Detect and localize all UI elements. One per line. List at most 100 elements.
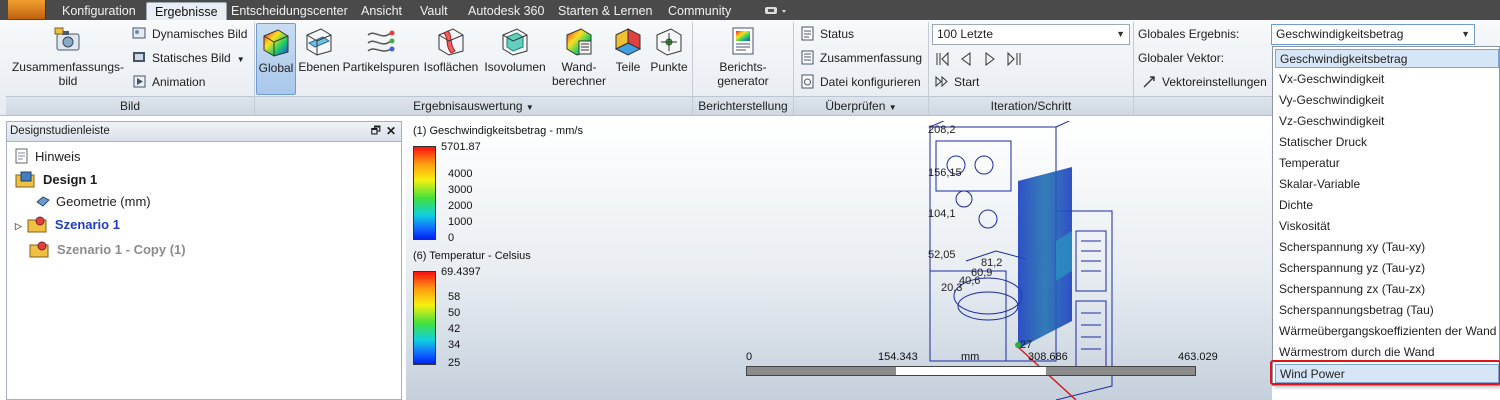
dynamic-image-icon <box>132 27 146 39</box>
design-study-bar-header: Designstudienleiste 🗗 ✕ <box>7 122 401 142</box>
tree-item-label: Geometrie (mm) <box>56 194 151 209</box>
dropdown-option[interactable]: Dichte <box>1275 196 1499 215</box>
datei-konfigurieren-button[interactable]: Datei konfigurieren <box>800 72 921 92</box>
dropdown-option[interactable]: Temperatur <box>1275 154 1499 173</box>
punkte-label: Punkte <box>650 60 688 74</box>
dynamic-image-button[interactable]: Dynamisches Bild <box>132 24 247 44</box>
scale-unit: mm <box>961 351 980 363</box>
ebenen-button[interactable]: Ebenen <box>298 23 340 95</box>
dropdown-option[interactable]: Scherspannung xy (Tau-xy) <box>1275 238 1499 257</box>
ebenen-label: Ebenen <box>298 60 340 74</box>
globales-ergebnis-combo[interactable]: Geschwindigkeitsbetrag ▼ <box>1271 24 1475 45</box>
tree-item-szenario-copy[interactable]: Szenario 1 - Copy (1) <box>29 240 186 260</box>
first-step-icon[interactable] <box>936 51 949 67</box>
dropdown-option[interactable]: Wärmeübergangskoeffizienten der Wand <box>1275 322 1499 341</box>
graphics-viewport[interactable]: (1) Geschwindigkeitsbetrag - mm/s 5701.8… <box>406 121 1272 400</box>
last-step-icon[interactable] <box>1007 51 1021 67</box>
wandberechner-label: Wand- berechner <box>551 60 607 88</box>
dropdown-option[interactable]: Vy-Geschwindigkeit <box>1275 91 1499 110</box>
vektoreinstellungen-button[interactable]: Vektoreinstellungen <box>1142 72 1267 92</box>
isosurface-icon <box>438 28 464 56</box>
legend-temperature-min: 25 <box>448 357 461 369</box>
partikelspuren-button[interactable]: Partikelspuren <box>342 23 420 95</box>
start-label: Start <box>954 75 980 89</box>
close-icon[interactable]: ✕ <box>386 122 396 141</box>
isoflaechen-label: Isoflächen <box>423 60 479 74</box>
status-button[interactable]: Status <box>800 24 854 44</box>
scenario-icon <box>27 216 47 233</box>
tree-item-hinweis[interactable]: Hinweis <box>15 147 81 167</box>
dropdown-option[interactable]: Skalar-Variable <box>1275 175 1499 194</box>
isovolume-icon <box>502 28 528 56</box>
dropdown-option[interactable]: Statischer Druck <box>1275 133 1499 152</box>
next-step-icon[interactable] <box>985 52 995 66</box>
scale-tick: 463.029 <box>1178 351 1218 363</box>
scale-tick: 0 <box>746 351 753 363</box>
application-menu-button[interactable] <box>8 0 46 19</box>
punkte-button[interactable]: Punkte <box>648 23 690 95</box>
chevron-down-icon: ▼ <box>1116 29 1125 39</box>
camera-icon <box>54 27 80 51</box>
dropdown-option[interactable]: Geschwindigkeitsbetrag <box>1275 49 1499 68</box>
legend-velocity-tick: 3000 <box>448 184 473 196</box>
start-button[interactable]: Start <box>934 72 979 92</box>
ribbon-options-icon[interactable] <box>764 5 790 17</box>
partikelspuren-label: Partikelspuren <box>342 60 420 74</box>
dropdown-option[interactable]: Scherspannung zx (Tau-zx) <box>1275 280 1499 299</box>
zusammenfassung-label: Zusammenfassung <box>820 51 923 65</box>
dropdown-option[interactable]: Scherspannungsbetrag (Tau) <box>1275 301 1499 320</box>
expand-arrow-icon[interactable]: ▷ <box>15 221 22 231</box>
legend-velocity-min: 0 <box>448 232 455 244</box>
legend-velocity-tick: 4000 <box>448 168 473 180</box>
parts-icon <box>614 28 642 56</box>
legend-temperature-tick: 34 <box>448 339 461 351</box>
global-result-icon <box>263 29 289 57</box>
ueberpruefen-label: Überprüfen <box>825 99 886 113</box>
design-study-bar-title: Designstudienleiste <box>10 125 110 137</box>
tab-ergebnisse[interactable]: Ergebnisse <box>146 2 227 20</box>
wall-calculator-icon <box>566 28 592 56</box>
configure-file-icon <box>801 74 814 89</box>
geometry-icon <box>36 196 50 207</box>
global-label: Global <box>258 61 294 75</box>
tree-item-szenario-1[interactable]: ▷ Szenario 1 <box>15 215 120 235</box>
panel-label-ergebnisauswertung[interactable]: Ergebnisauswertung ▼ <box>255 96 692 115</box>
zusammenfassung-button[interactable]: Zusammenfassung <box>800 48 922 68</box>
iteration-combo[interactable]: 100 Letzte ▼ <box>932 24 1130 45</box>
float-icon[interactable]: 🗗 <box>371 122 381 141</box>
dropdown-option[interactable]: Viskosität <box>1275 217 1499 236</box>
tab-starten-lernen[interactable]: Starten & Lernen <box>550 2 661 20</box>
static-image-button[interactable]: Statisches Bild ▼ <box>132 48 245 68</box>
status-icon <box>801 26 814 41</box>
tab-vault[interactable]: Vault <box>412 2 456 20</box>
legend-velocity-title: (1) Geschwindigkeitsbetrag - mm/s <box>413 125 583 137</box>
tab-ansicht[interactable]: Ansicht <box>353 2 410 20</box>
berichtsgenerator-button[interactable]: Berichts- generator <box>702 23 784 95</box>
tree-item-label: Szenario 1 <box>54 217 120 232</box>
tab-konfiguration[interactable]: Konfiguration <box>54 2 144 20</box>
isovolumen-button[interactable]: Isovolumen <box>482 23 548 95</box>
summary-image-label: Zusammenfassungs- bild <box>11 60 125 88</box>
tree-item-design-1[interactable]: Design 1 <box>15 170 97 190</box>
node-label: 208,2 <box>928 124 956 136</box>
wandberechner-button[interactable]: Wand- berechner <box>550 23 608 95</box>
teile-button[interactable]: Teile <box>610 23 646 95</box>
dropdown-option[interactable]: Vz-Geschwindigkeit <box>1275 112 1499 131</box>
legend-temperature-tick: 42 <box>448 323 461 335</box>
datei-konfigurieren-label: Datei konfigurieren <box>820 75 921 89</box>
animation-button[interactable]: Animation <box>132 72 205 92</box>
isoflaechen-button[interactable]: Isoflächen <box>422 23 480 95</box>
global-button[interactable]: Global <box>256 23 296 95</box>
legend-temperature-max: 69.4397 <box>441 266 481 278</box>
dropdown-option[interactable]: Vx-Geschwindigkeit <box>1275 70 1499 89</box>
summary-image-button[interactable]: Zusammenfassungs- bild <box>10 23 126 95</box>
tree-item-label: Design 1 <box>43 172 98 187</box>
tab-entscheidungscenter[interactable]: Entscheidungscenter <box>223 2 356 20</box>
tree-item-geometrie[interactable]: Geometrie (mm) <box>35 192 151 212</box>
dropdown-option[interactable]: Scherspannung yz (Tau-yz) <box>1275 259 1499 278</box>
tab-community[interactable]: Community <box>660 2 739 20</box>
globales-ergebnis-label: Globales Ergebnis: <box>1138 27 1240 41</box>
panel-label-ueberpruefen[interactable]: Überprüfen ▼ <box>794 96 928 115</box>
previous-step-icon[interactable] <box>961 52 971 66</box>
tab-autodesk-360[interactable]: Autodesk 360 <box>460 2 552 20</box>
